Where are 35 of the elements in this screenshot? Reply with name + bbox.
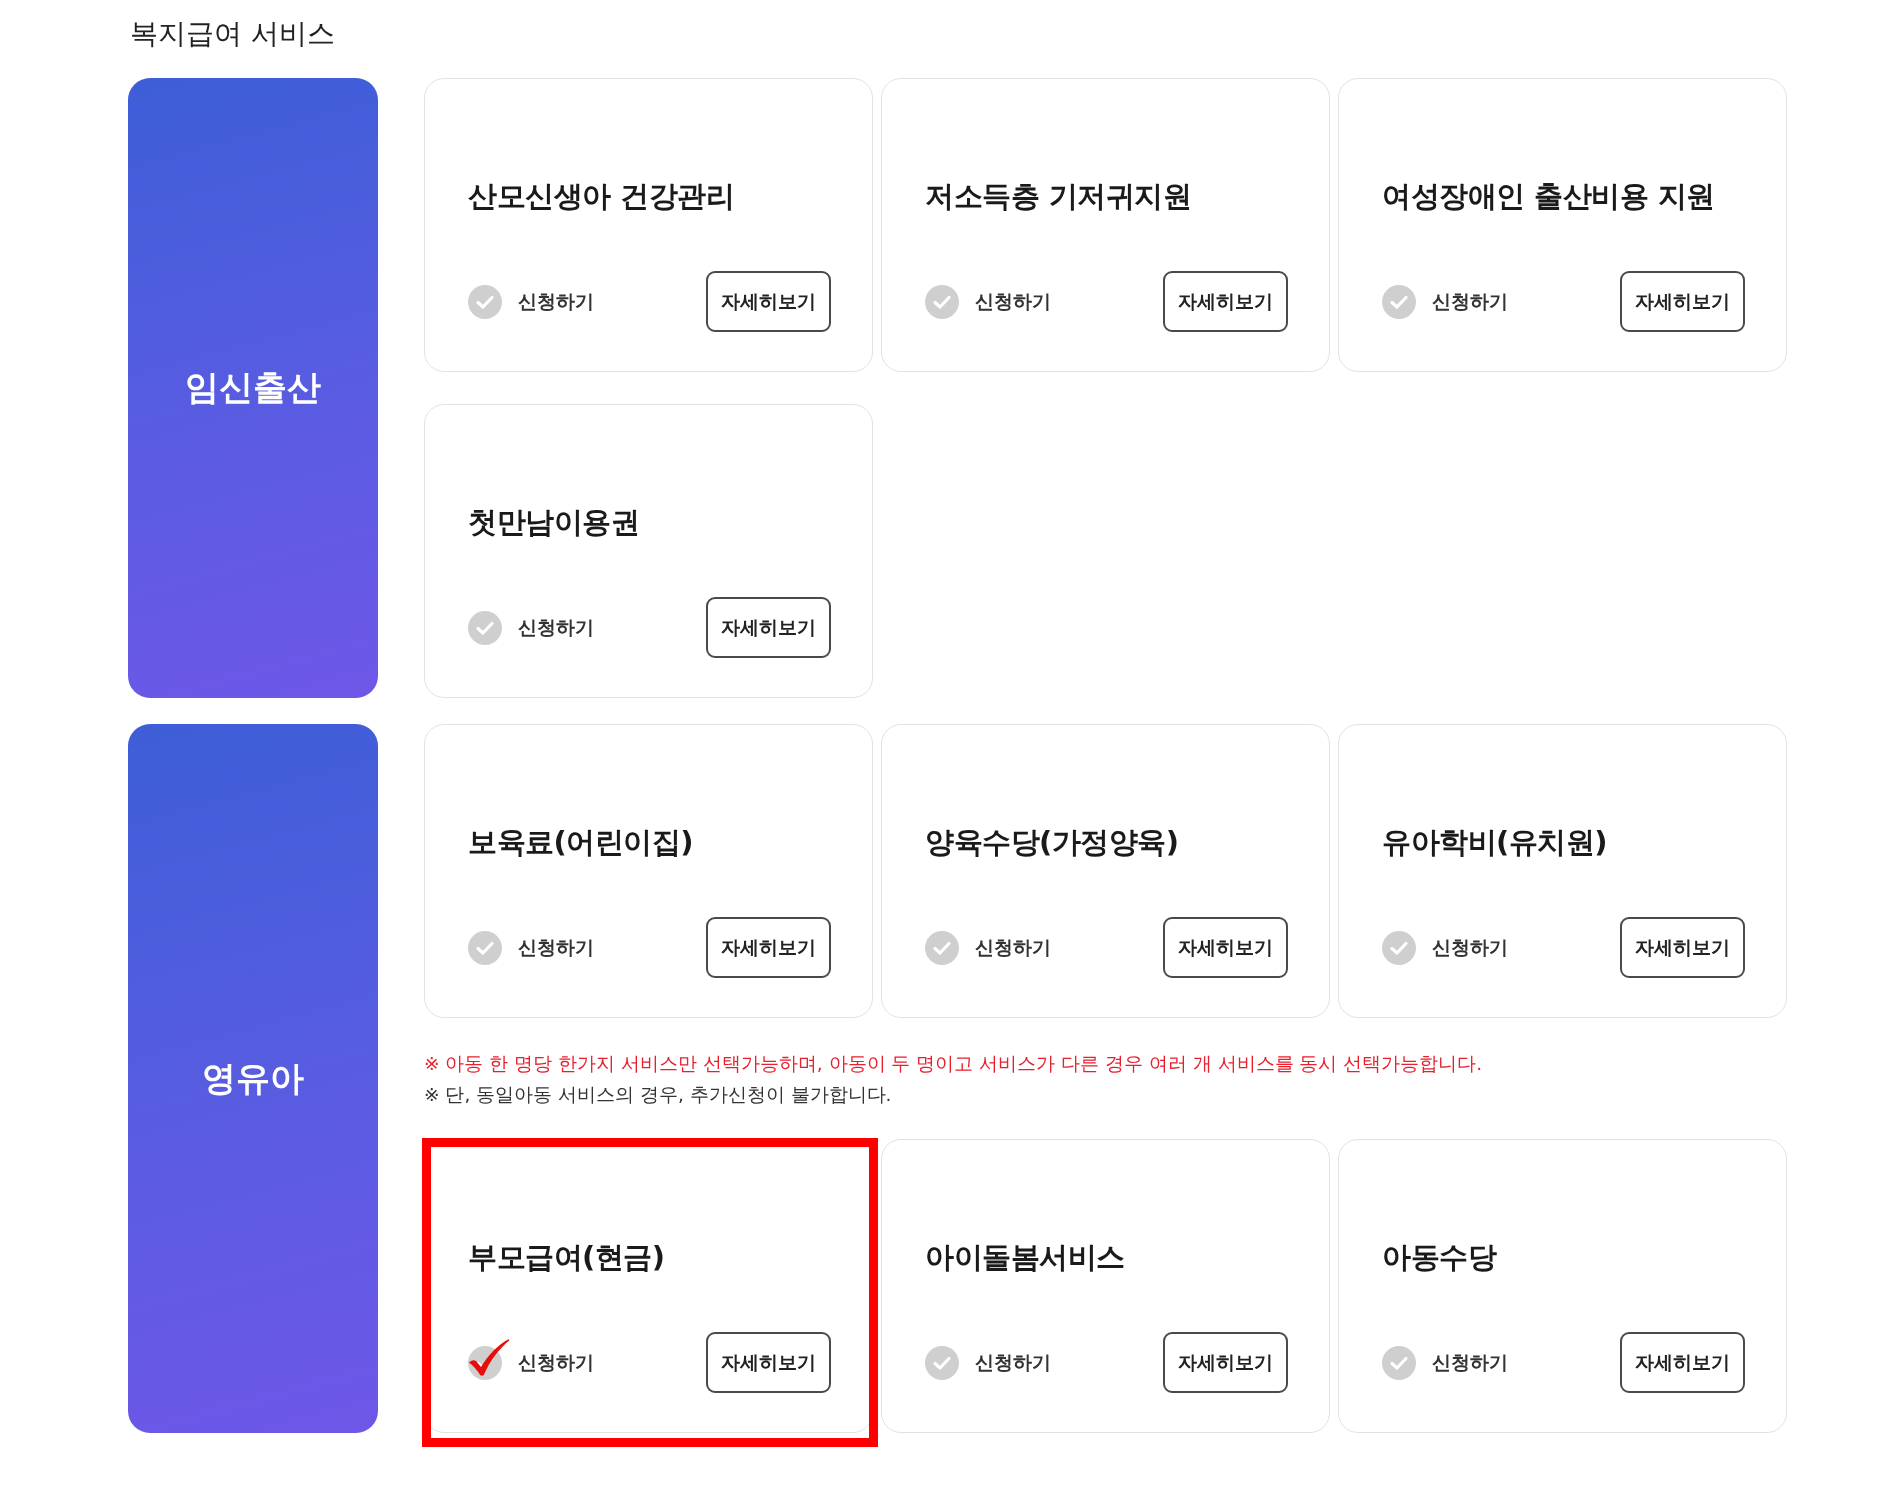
details-button[interactable]: 자세히보기 xyxy=(1163,271,1288,332)
service-title: 산모신생아 건강관리 xyxy=(468,178,736,215)
apply-checkbox[interactable]: 신청하기 xyxy=(1382,930,1508,965)
apply-checkbox[interactable]: 신청하기 xyxy=(468,284,594,319)
service-title: 양육수당(가정양육) xyxy=(925,824,1180,861)
details-button[interactable]: 자세히보기 xyxy=(706,271,831,332)
details-button[interactable]: 자세히보기 xyxy=(1163,1332,1288,1393)
apply-checkbox[interactable]: 신청하기 xyxy=(925,930,1051,965)
apply-checkbox[interactable]: 신청하기 xyxy=(468,1338,594,1387)
service-title: 여성장애인 출산비용 지원 xyxy=(1382,178,1716,215)
service-title: 아이돌봄서비스 xyxy=(925,1239,1126,1276)
service-title: 부모급여(현금) xyxy=(468,1239,666,1276)
apply-checkbox[interactable]: 신청하기 xyxy=(468,930,594,965)
section-title: 복지급여 서비스 xyxy=(130,16,335,52)
service-title: 저소득층 기저귀지원 xyxy=(925,178,1193,215)
notice-text: ※ 단, 동일아동 서비스의 경우, 추가신청이 불가합니다. xyxy=(424,1083,893,1107)
details-button[interactable]: 자세히보기 xyxy=(706,917,831,978)
apply-checkbox[interactable]: 신청하기 xyxy=(1382,284,1508,319)
apply-checkbox[interactable]: 신청하기 xyxy=(925,284,1051,319)
details-button[interactable]: 자세히보기 xyxy=(1620,271,1745,332)
details-button[interactable]: 자세히보기 xyxy=(1620,1332,1745,1393)
apply-checkbox[interactable]: 신청하기 xyxy=(468,610,594,645)
details-button[interactable]: 자세히보기 xyxy=(1163,917,1288,978)
apply-checkbox[interactable]: 신청하기 xyxy=(925,1345,1051,1380)
details-button[interactable]: 자세히보기 xyxy=(706,597,831,658)
service-title: 유아학비(유치원) xyxy=(1382,824,1608,861)
service-title: 첫만남이용권 xyxy=(468,504,640,541)
details-button[interactable]: 자세히보기 xyxy=(706,1332,831,1393)
notice-text: ※ 아동 한 명당 한가지 서비스만 선택가능하며, 아동이 두 명이고 서비스가 다른 경우 여러 개 서비스를 동시 선택가능합니다. xyxy=(424,1052,1484,1076)
category-panel: 임신출산 xyxy=(128,78,378,698)
service-title: 아동수당 xyxy=(1382,1239,1498,1276)
apply-checkbox[interactable]: 신청하기 xyxy=(1382,1345,1508,1380)
category-panel: 영유아 xyxy=(128,724,378,1433)
details-button[interactable]: 자세히보기 xyxy=(1620,917,1745,978)
service-title: 보육료(어린이집) xyxy=(468,824,694,861)
